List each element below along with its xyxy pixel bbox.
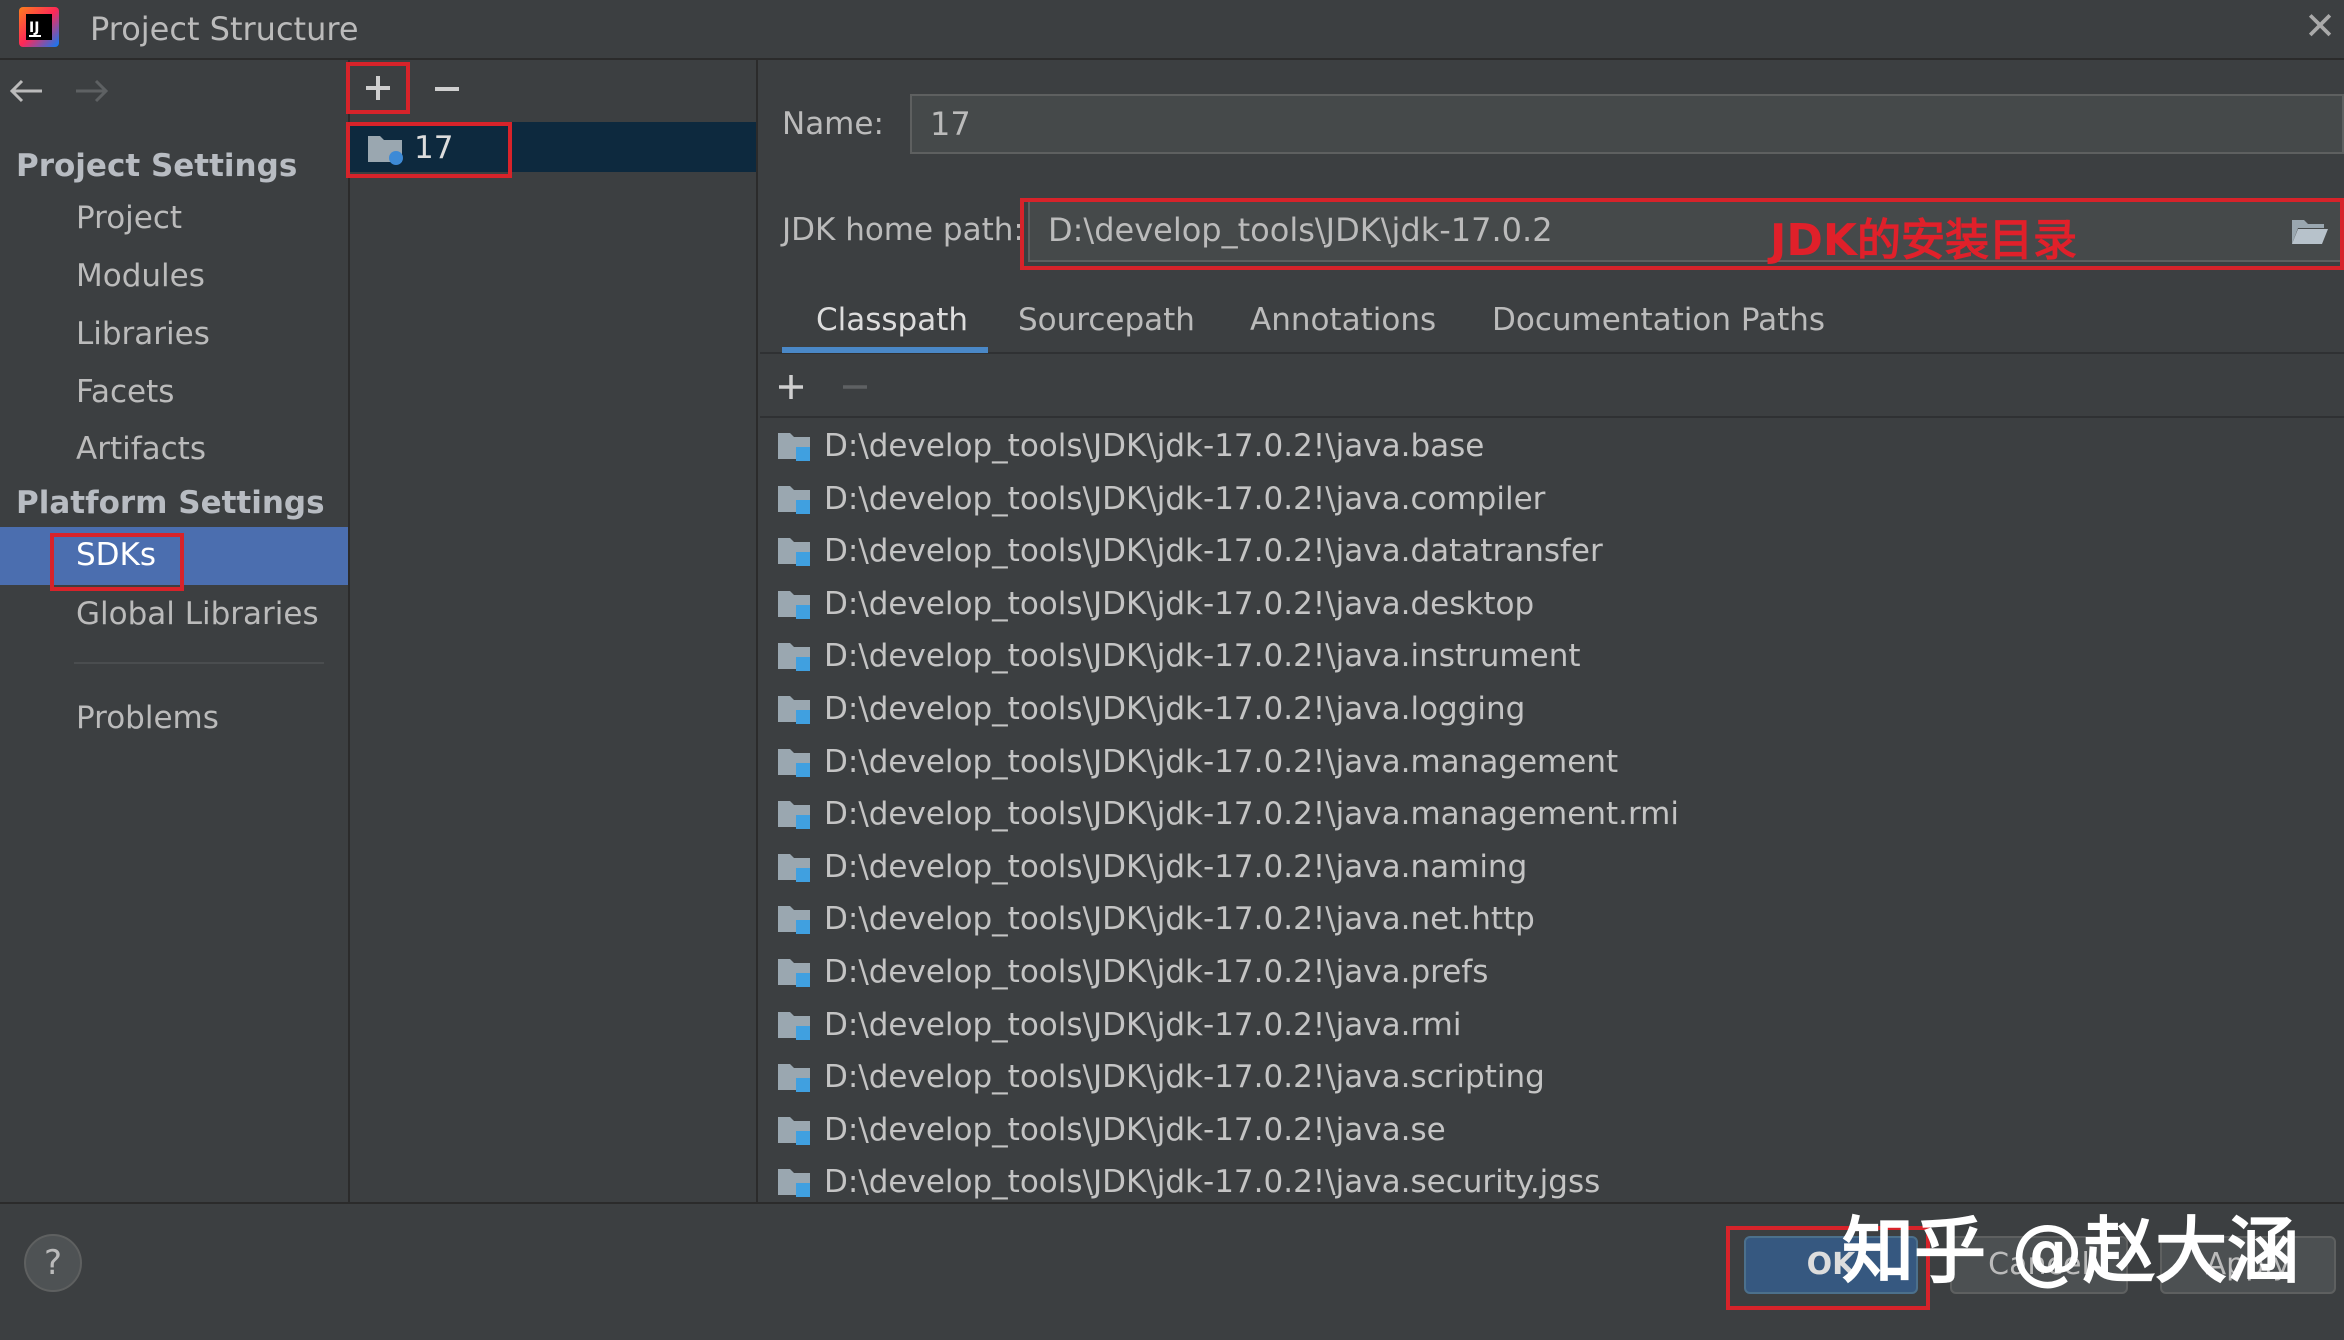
sdk-list-panel	[350, 60, 758, 1202]
jar-folder-icon	[776, 692, 814, 726]
sidebar-item-modules[interactable]: Modules	[76, 258, 205, 294]
active-tab-indicator	[782, 347, 988, 353]
classpath-row[interactable]: D:\develop_tools\JDK\jdk-17.0.2!\java.pr…	[776, 946, 1488, 998]
jar-folder-icon	[776, 1165, 814, 1199]
close-icon[interactable]: ✕	[2300, 6, 2340, 46]
jdk-home-highlight-box	[1020, 198, 2344, 270]
tab-annotations[interactable]: Annotations	[1250, 302, 1436, 338]
classpath-entry-text: D:\develop_tools\JDK\jdk-17.0.2!\java.in…	[824, 638, 1581, 675]
classpath-row[interactable]: D:\develop_tools\JDK\jdk-17.0.2!\java.ba…	[776, 420, 1484, 472]
classpath-entry-text: D:\develop_tools\JDK\jdk-17.0.2!\java.de…	[824, 585, 1535, 622]
add-sdk-highlight-box	[346, 62, 410, 114]
sdk-item-highlight-box	[346, 122, 512, 178]
jar-folder-icon	[776, 745, 814, 779]
jar-folder-icon	[776, 534, 814, 568]
classpath-row[interactable]: D:\develop_tools\JDK\jdk-17.0.2!\java.sc…	[776, 1051, 1545, 1103]
minus-icon[interactable]	[432, 74, 462, 104]
sidebar-divider	[74, 662, 324, 664]
classpath-row[interactable]: D:\develop_tools\JDK\jdk-17.0.2!\java.lo…	[776, 683, 1525, 735]
help-button[interactable]: ?	[24, 1234, 82, 1292]
classpath-row[interactable]: D:\develop_tools\JDK\jdk-17.0.2!\java.se	[776, 1104, 1446, 1156]
classpath-entry-text: D:\develop_tools\JDK\jdk-17.0.2!\java.ne…	[824, 901, 1535, 938]
sidebar-item-artifacts[interactable]: Artifacts	[76, 431, 206, 467]
classpath-entry-text: D:\develop_tools\JDK\jdk-17.0.2!\java.sc…	[824, 1059, 1545, 1096]
arrow-left-icon[interactable]	[8, 70, 44, 116]
classpath-row[interactable]: D:\develop_tools\JDK\jdk-17.0.2!\java.se…	[776, 1156, 1600, 1208]
classpath-entry-text: D:\develop_tools\JDK\jdk-17.0.2!\java.rm…	[824, 1006, 1462, 1043]
classpath-row[interactable]: D:\develop_tools\JDK\jdk-17.0.2!\java.na…	[776, 841, 1527, 893]
zhihu-watermark: 知乎 @赵大涵	[1842, 1209, 2300, 1293]
platform-settings-header: Platform Settings	[16, 485, 325, 521]
classpath-list-border	[760, 416, 2344, 418]
tab-documentation-paths[interactable]: Documentation Paths	[1492, 302, 1825, 338]
jar-folder-icon	[776, 797, 814, 831]
classpath-entry-text: D:\develop_tools\JDK\jdk-17.0.2!\java.na…	[824, 848, 1528, 885]
tabs-border	[760, 352, 2344, 354]
arrow-right-icon[interactable]	[74, 70, 110, 116]
intellij-logo-icon: IJ	[18, 6, 60, 48]
classpath-row[interactable]: D:\develop_tools\JDK\jdk-17.0.2!\java.rm…	[776, 999, 1461, 1051]
classpath-row[interactable]: D:\develop_tools\JDK\jdk-17.0.2!\java.ne…	[776, 893, 1535, 945]
name-label: Name:	[782, 106, 884, 142]
sidebar-item-global-libraries[interactable]: Global Libraries	[76, 596, 319, 632]
project-settings-header: Project Settings	[16, 148, 298, 184]
classpath-entry-text: D:\develop_tools\JDK\jdk-17.0.2!\java.lo…	[824, 691, 1526, 727]
classpath-row[interactable]: D:\develop_tools\JDK\jdk-17.0.2!\java.ma…	[776, 736, 1618, 788]
sidebar-item-facets[interactable]: Facets	[76, 374, 174, 410]
classpath-row[interactable]: D:\develop_tools\JDK\jdk-17.0.2!\java.co…	[776, 473, 1545, 525]
classpath-entry-text: D:\develop_tools\JDK\jdk-17.0.2!\java.se	[824, 1111, 1446, 1148]
classpath-entry-text: D:\develop_tools\JDK\jdk-17.0.2!\java.co…	[824, 480, 1546, 517]
jar-folder-icon	[776, 639, 814, 673]
jar-folder-icon	[776, 1113, 814, 1147]
jar-folder-icon	[776, 902, 814, 936]
jar-folder-icon	[776, 587, 814, 621]
jar-folder-icon	[776, 850, 814, 884]
sidebar-item-project[interactable]: Project	[76, 200, 182, 236]
classpath-entry-text: D:\develop_tools\JDK\jdk-17.0.2!\java.pr…	[824, 954, 1489, 990]
jar-folder-icon	[776, 429, 814, 463]
jar-folder-icon	[776, 482, 814, 516]
jar-folder-icon	[776, 1008, 814, 1042]
remove-classpath-icon	[840, 372, 870, 402]
window-title: Project Structure	[90, 10, 359, 48]
classpath-entry-text: D:\develop_tools\JDK\jdk-17.0.2!\java.da…	[824, 533, 1603, 570]
sdk-name-field[interactable]: 17	[910, 94, 2344, 154]
classpath-row[interactable]: D:\develop_tools\JDK\jdk-17.0.2!\java.in…	[776, 630, 1581, 682]
svg-text:IJ: IJ	[29, 20, 39, 36]
sidebar-item-problems[interactable]: Problems	[76, 700, 219, 736]
jar-folder-icon	[776, 1060, 814, 1094]
classpath-row[interactable]: D:\develop_tools\JDK\jdk-17.0.2!\java.ma…	[776, 788, 1679, 840]
classpath-entry-text: D:\develop_tools\JDK\jdk-17.0.2!\java.ba…	[824, 428, 1485, 464]
jar-folder-icon	[776, 955, 814, 989]
sidebar-item-libraries[interactable]: Libraries	[76, 316, 210, 352]
jdk-home-path-label: JDK home path:	[782, 212, 1024, 248]
classpath-entry-text: D:\develop_tools\JDK\jdk-17.0.2!\java.ma…	[824, 743, 1619, 780]
sdks-highlight-box	[50, 533, 184, 591]
tab-sourcepath[interactable]: Sourcepath	[1018, 302, 1195, 338]
add-classpath-icon[interactable]	[776, 372, 806, 402]
classpath-row[interactable]: D:\develop_tools\JDK\jdk-17.0.2!\java.de…	[776, 578, 1534, 630]
classpath-entry-text: D:\develop_tools\JDK\jdk-17.0.2!\java.ma…	[824, 796, 1679, 833]
classpath-entry-text: D:\develop_tools\JDK\jdk-17.0.2!\java.se…	[824, 1164, 1601, 1201]
classpath-row[interactable]: D:\develop_tools\JDK\jdk-17.0.2!\java.da…	[776, 525, 1603, 577]
tab-classpath[interactable]: Classpath	[816, 302, 968, 338]
